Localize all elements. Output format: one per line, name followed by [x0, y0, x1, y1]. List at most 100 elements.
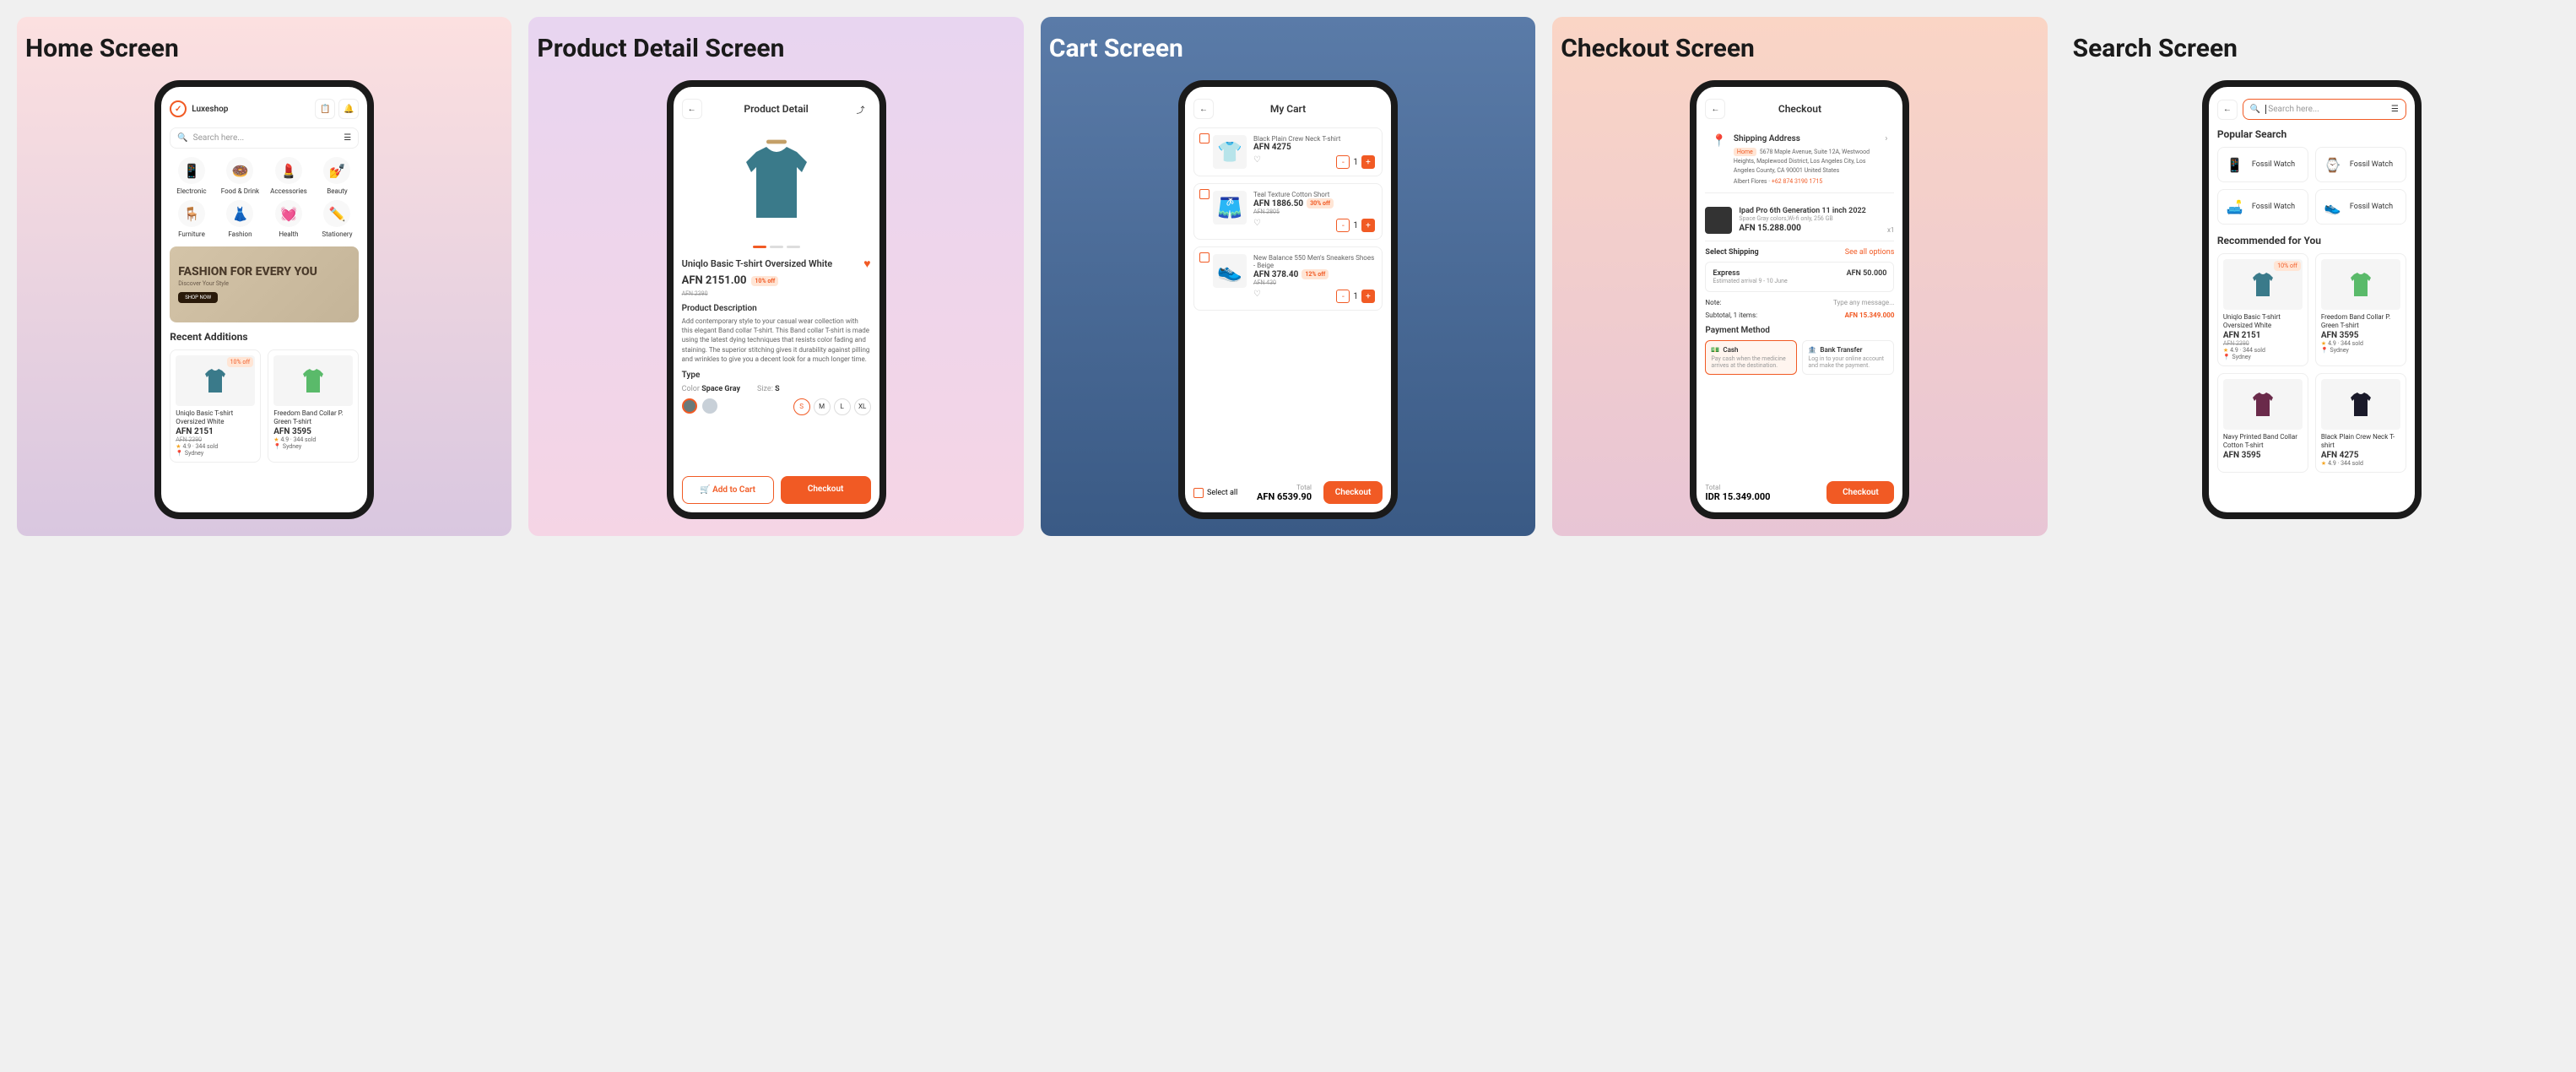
payment-cash-desc: Pay cash when the medicine arrives at th…	[1711, 355, 1791, 369]
banner-cta-button[interactable]: SHOP NOW	[178, 292, 218, 303]
checkout-button[interactable]: Checkout	[781, 476, 871, 504]
payment-title: Payment Method	[1705, 326, 1894, 335]
product-image	[726, 127, 827, 237]
type-label: Type	[682, 371, 871, 380]
size-option[interactable]: S	[793, 398, 810, 415]
total-label: Total	[1244, 484, 1312, 491]
shipping-address-card[interactable]: 📍 Shipping Address Home5678 Maple Avenue…	[1705, 127, 1894, 193]
category-icon: 🪑	[178, 200, 205, 227]
category-label: Health	[279, 230, 298, 238]
favorite-icon[interactable]: ♡	[1253, 155, 1261, 169]
swatch-light[interactable]	[702, 398, 717, 414]
back-icon[interactable]: ←	[1193, 99, 1214, 119]
checkout-button[interactable]: Checkout	[1826, 481, 1894, 504]
product-name: Black Plain Crew Neck T-shirt	[2321, 433, 2400, 449]
discount-badge: 10% off	[751, 276, 778, 286]
popular-search-item[interactable]: ⌚Fossil Watch	[2315, 147, 2406, 182]
qty-minus-button[interactable]: -	[1336, 155, 1350, 169]
share-icon[interactable]: ⤴	[851, 99, 871, 119]
product-card[interactable]: 10% off Uniqlo Basic T-shirt Oversized W…	[2217, 253, 2308, 366]
product-card[interactable]: Navy Printed Band Collar Cotton T-shirt …	[2217, 373, 2308, 473]
discount-badge: 10% off	[2274, 261, 2301, 271]
favorite-icon[interactable]: ♡	[1253, 219, 1261, 232]
category-item[interactable]: 🍩Food & Drink	[219, 157, 262, 195]
back-icon[interactable]: ←	[682, 99, 702, 119]
filter-icon[interactable]: ☰	[2391, 105, 2399, 114]
popular-search-item[interactable]: 👟Fossil Watch	[2315, 189, 2406, 225]
color-swatches	[682, 398, 717, 414]
product-image	[2321, 259, 2400, 310]
product-card[interactable]: 10% off Uniqlo Basic T-shirt Oversized W…	[170, 349, 261, 463]
size-option[interactable]: XL	[854, 398, 871, 415]
location-icon: 📍	[1712, 134, 1726, 186]
promo-banner[interactable]: FASHION FOR EVERY YOU Discover Your Styl…	[170, 246, 359, 322]
order-price: AFN 15.288.000	[1739, 224, 1881, 233]
payment-cash[interactable]: 💵Cash Pay cash when the medicine arrives…	[1705, 340, 1797, 375]
product-card[interactable]: Black Plain Crew Neck T-shirt AFN 4275 ★…	[2315, 373, 2406, 473]
product-price: AFN 3595	[2223, 451, 2303, 460]
select-all-checkbox[interactable]	[1193, 488, 1204, 498]
product-name: Navy Printed Band Collar Cotton T-shirt	[2223, 433, 2303, 449]
note-input[interactable]: Type any message...	[1833, 299, 1894, 306]
qty-value: 1	[1353, 158, 1358, 167]
shipping-price: AFN 50.000	[1847, 269, 1887, 278]
cash-icon: 💵	[1711, 346, 1719, 354]
size-option[interactable]: M	[814, 398, 831, 415]
popular-search-item[interactable]: 🛋️Fossil Watch	[2217, 189, 2308, 225]
search-input[interactable]: 🔍 Search here... ☰	[2243, 99, 2406, 120]
swatch-gray[interactable]	[682, 398, 697, 414]
popular-icon: 📱	[2225, 154, 2245, 175]
product-name: Uniqlo Basic T-shirt Oversized White	[2223, 313, 2303, 329]
back-icon[interactable]: ←	[1705, 99, 1725, 119]
qty-plus-button[interactable]: +	[1361, 290, 1375, 303]
shipping-option[interactable]: AFN 50.000 Express Estimated arrival 9 -…	[1705, 262, 1894, 292]
product-name: Uniqlo Basic T-shirt Oversized White	[176, 409, 255, 425]
product-image	[2223, 379, 2303, 430]
discount-badge: 30% off	[1307, 198, 1334, 208]
product-card[interactable]: Freedom Band Collar P. Green T-shirt AFN…	[268, 349, 359, 463]
panel-title: Search Screen	[2073, 34, 2238, 63]
address-name: Albert Flores	[1734, 178, 1767, 185]
category-item[interactable]: 🪑Furniture	[170, 200, 214, 238]
category-item[interactable]: 💓Health	[267, 200, 311, 238]
category-item[interactable]: 📱Electronic	[170, 157, 214, 195]
product-name: Freedom Band Collar P. Green T-shirt	[2321, 313, 2400, 329]
category-label: Stationery	[322, 230, 352, 238]
subtotal-value: AFN 15.349.000	[1845, 311, 1895, 319]
category-item[interactable]: 👗Fashion	[219, 200, 262, 238]
favorite-icon[interactable]: ♡	[1253, 290, 1261, 303]
item-checkbox[interactable]	[1199, 189, 1210, 199]
category-label: Fashion	[228, 230, 252, 238]
favorite-icon[interactable]: ♥	[863, 257, 870, 271]
item-checkbox[interactable]	[1199, 252, 1210, 263]
popular-search-item[interactable]: 📱Fossil Watch	[2217, 147, 2308, 182]
phone-frame: ✓ Luxeshop 📋 🔔 🔍 Search here... ☰ 📱Elect…	[154, 80, 374, 519]
banner-subtitle: Discover Your Style	[178, 280, 350, 287]
see-all-link[interactable]: See all options	[1845, 248, 1895, 257]
size-option[interactable]: L	[834, 398, 851, 415]
category-item[interactable]: ✏️Stationery	[316, 200, 360, 238]
brand-name: Luxeshop	[192, 105, 228, 114]
payment-bank[interactable]: 🏦Bank Transfer Log in to your online acc…	[1802, 340, 1894, 375]
item-checkbox[interactable]	[1199, 133, 1210, 143]
category-item[interactable]: 💅Beauty	[316, 157, 360, 195]
subtotal-label: Subtotal, 1 items:	[1705, 311, 1757, 319]
address-tag: Home	[1734, 148, 1756, 156]
add-to-cart-button[interactable]: 🛒 Add to Cart	[682, 476, 774, 504]
search-input[interactable]: 🔍 Search here... ☰	[170, 127, 359, 149]
popular-icon: ⌚	[2323, 154, 2343, 175]
checkout-button[interactable]: Checkout	[1323, 481, 1383, 504]
qty-minus-button[interactable]: -	[1336, 290, 1350, 303]
cart-item-price: AFN 378.40	[1253, 270, 1298, 279]
product-card[interactable]: Freedom Band Collar P. Green T-shirt AFN…	[2315, 253, 2406, 366]
carousel-dots[interactable]	[682, 246, 871, 248]
filter-icon[interactable]: ☰	[344, 133, 351, 143]
qty-plus-button[interactable]: +	[1361, 155, 1375, 169]
bell-icon[interactable]: 🔔	[338, 99, 359, 119]
qty-minus-button[interactable]: -	[1336, 219, 1350, 232]
back-icon[interactable]: ←	[2217, 100, 2238, 120]
category-item[interactable]: 💄Accessories	[267, 157, 311, 195]
qty-plus-button[interactable]: +	[1361, 219, 1375, 232]
product-description: Add contemporary style to your casual we…	[682, 317, 871, 364]
notification-icon[interactable]: 📋	[315, 99, 335, 119]
